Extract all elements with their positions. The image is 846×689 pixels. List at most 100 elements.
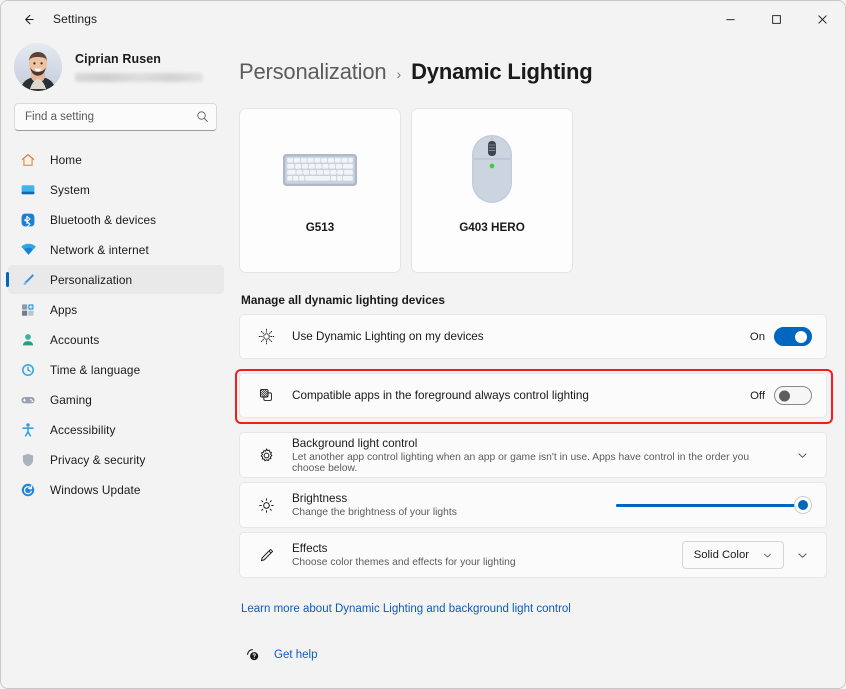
device-card-keyboard[interactable]: G513 [239,108,401,273]
device-name: G403 HERO [459,221,525,234]
brightness-sun-icon [256,497,276,514]
paintbrush-icon [19,271,37,289]
effects-pen-icon [256,547,276,564]
profile-email-redacted [75,73,203,82]
setting-row-text: Effects Choose color themes and effects … [292,542,672,568]
effects-dropdown[interactable]: Solid Color [682,541,784,569]
sidebar-item-system[interactable]: System [8,175,224,204]
setting-subtitle: Choose color themes and effects for your… [292,557,672,568]
device-name: G513 [306,221,335,234]
sidebar-item-accessibility[interactable]: Accessibility [8,415,224,444]
account-person-icon [19,331,37,349]
sidebar-item-label: Gaming [50,393,92,407]
slider-fill [616,504,803,507]
setting-row-effects[interactable]: Effects Choose color themes and effects … [239,532,827,578]
section-heading: Manage all dynamic lighting devices [241,293,827,307]
settings-window: Settings [0,0,846,689]
clock-icon [19,361,37,379]
sidebar-item-label: Personalization [50,273,132,287]
minimize-icon [725,14,736,25]
learn-more-link[interactable]: Learn more about Dynamic Lighting and ba… [241,603,571,615]
setting-row-compatible-apps-foreground[interactable]: Compatible apps in the foreground always… [239,373,827,418]
device-card-mouse[interactable]: G403 HERO [411,108,573,273]
sidebar-item-label: System [50,183,90,197]
get-help-link[interactable]: Get help [274,649,317,661]
sidebar-item-label: Bluetooth & devices [50,213,156,227]
setting-row-text: Brightness Change the brightness of your… [292,492,606,518]
sidebar-item-apps[interactable]: Apps [8,295,224,324]
breadcrumb-parent[interactable]: Personalization [239,59,386,85]
sidebar-item-time-language[interactable]: Time & language [8,355,224,384]
sidebar-item-label: Privacy & security [50,453,146,467]
setting-title: Compatible apps in the foreground always… [292,389,740,402]
sidebar-item-windows-update[interactable]: Windows Update [8,475,224,504]
maximize-button[interactable] [753,1,799,37]
setting-row-use-dynamic-lighting[interactable]: Use Dynamic Lighting on my devices On [239,314,827,359]
foreground-apps-icon [256,387,276,404]
device-card-list: G513 [239,108,827,273]
avatar-photo [14,43,62,91]
setting-title: Effects [292,542,672,555]
setting-title: Brightness [292,492,606,505]
effects-expand-chevron-icon[interactable] [793,546,812,565]
setting-row-text: Background light control Let another app… [292,437,783,474]
profile-text: Ciprian Rusen [75,52,203,82]
setting-row-brightness[interactable]: Brightness Change the brightness of your… [239,482,827,528]
setting-title: Use Dynamic Lighting on my devices [292,330,740,343]
setting-row-text: Use Dynamic Lighting on my devices [292,330,740,343]
close-icon [817,14,828,25]
sidebar-item-accounts[interactable]: Accounts [8,325,224,354]
user-profile[interactable]: Ciprian Rusen [6,37,224,101]
sidebar-item-label: Windows Update [50,483,141,497]
main-content: Personalization › Dynamic Lighting [229,37,845,688]
sidebar-item-personalization[interactable]: Personalization [8,265,224,294]
mouse-illustration [466,125,518,215]
window-controls [707,1,845,37]
sidebar-item-gaming[interactable]: Gaming [8,385,224,414]
toggle-state-label: On [750,331,765,343]
back-button[interactable] [13,5,43,33]
learn-more-row: Learn more about Dynamic Lighting and ba… [241,599,827,617]
home-icon [19,151,37,169]
maximize-icon [771,14,782,25]
bluetooth-icon [19,211,37,229]
close-button[interactable] [799,1,845,37]
chevron-down-icon[interactable] [793,446,812,465]
compatible-apps-toggle[interactable] [774,386,812,405]
minimize-button[interactable] [707,1,753,37]
window-body: Ciprian Rusen [1,37,845,688]
system-monitor-icon [19,181,37,199]
accessibility-person-icon [19,421,37,439]
search-container [14,103,218,131]
use-dynamic-lighting-toggle[interactable] [774,327,812,346]
dynamic-lighting-sunburst-icon [256,328,276,345]
update-refresh-icon [19,481,37,499]
toggle-knob [779,390,790,401]
keyboard-illustration [282,125,358,215]
effects-dropdown-value: Solid Color [694,549,749,561]
get-help-row[interactable]: Get help [245,647,827,663]
sidebar-item-network-internet[interactable]: Network & internet [8,235,224,264]
setting-subtitle: Change the brightness of your lights [292,507,606,518]
get-help-icon [245,647,261,663]
breadcrumb: Personalization › Dynamic Lighting [239,59,827,85]
setting-row-background-light-control[interactable]: Background light control Let another app… [239,432,827,478]
sidebar-item-label: Home [50,153,82,167]
slider-thumb[interactable] [794,496,812,514]
chevron-down-icon [759,547,776,564]
shield-icon [19,451,37,469]
sidebar-item-bluetooth-devices[interactable]: Bluetooth & devices [8,205,224,234]
settings-rows: Use Dynamic Lighting on my devices On [239,314,827,578]
apps-icon [19,301,37,319]
window-title: Settings [53,12,97,26]
sidebar-item-label: Network & internet [50,243,149,257]
gear-icon [256,447,276,464]
setting-row-text: Compatible apps in the foreground always… [292,389,740,402]
toggle-state-label: Off [750,390,765,402]
sidebar-item-privacy-security[interactable]: Privacy & security [8,445,224,474]
sidebar-item-label: Time & language [50,363,140,377]
sidebar-item-label: Accessibility [50,423,116,437]
sidebar-item-home[interactable]: Home [8,145,224,174]
search-input[interactable] [14,103,217,131]
brightness-slider[interactable] [616,495,812,515]
